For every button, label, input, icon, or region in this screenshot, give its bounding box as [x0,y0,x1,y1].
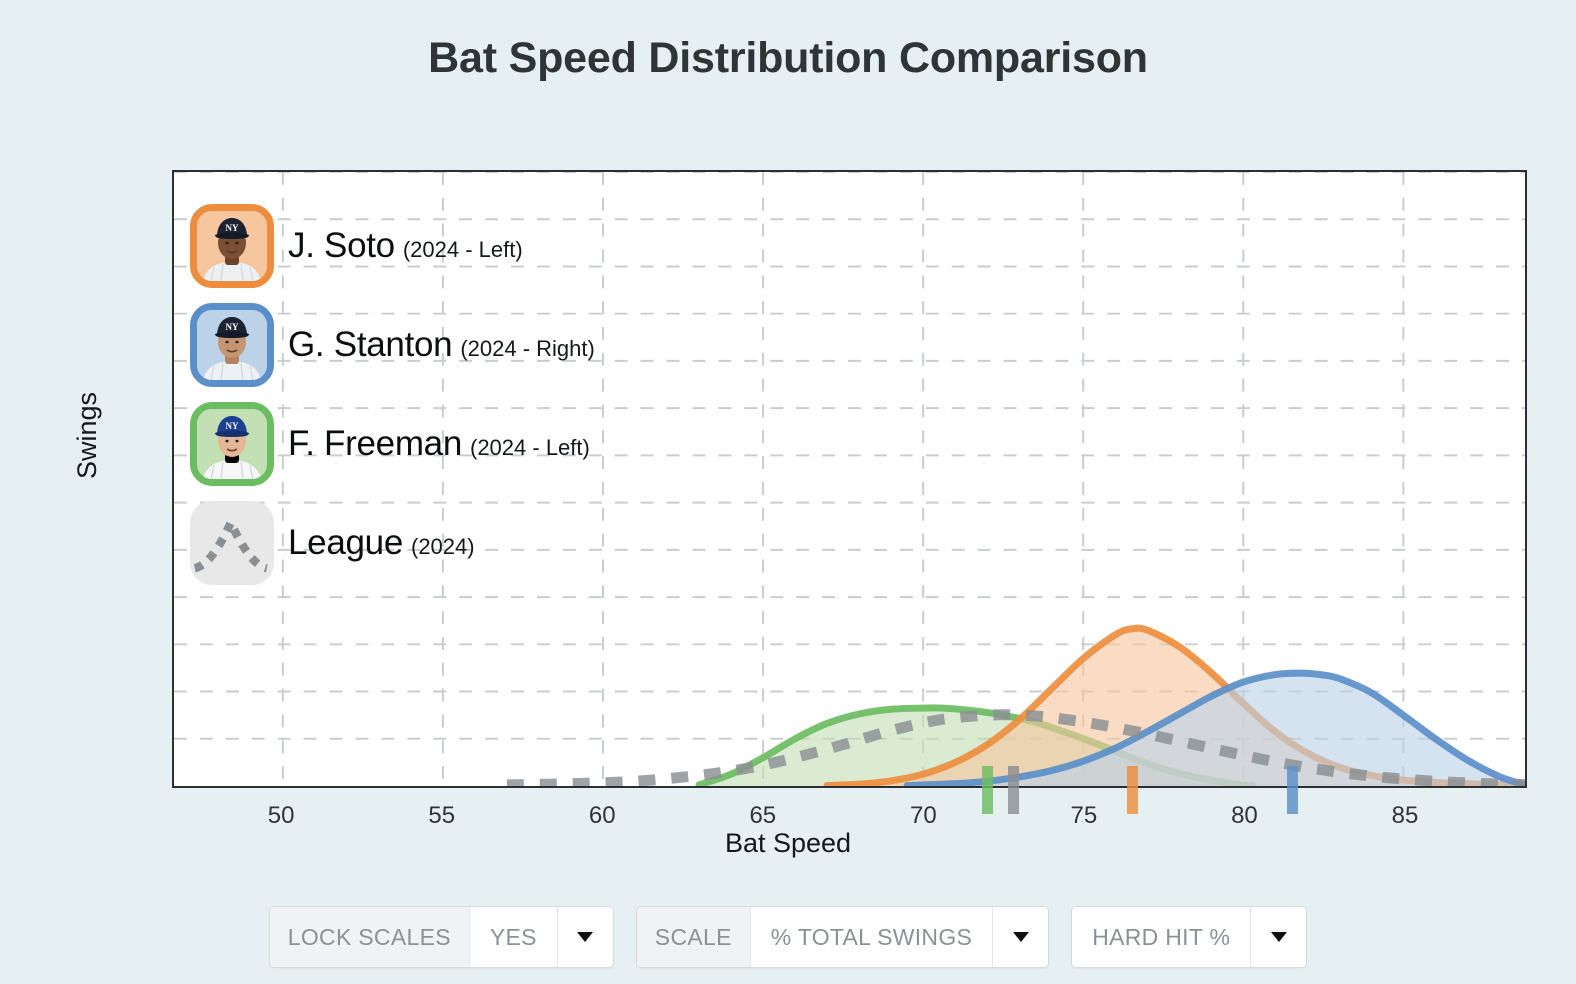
player-headshot-icon: NY [190,401,274,486]
chevron-down-icon[interactable] [1250,907,1307,967]
legend-item[interactable]: League (2024) [190,493,830,592]
control-selected-value[interactable]: HARD HIT % [1072,907,1251,967]
legend-item[interactable]: NY G. Stanton (2024 - Right) [190,295,830,394]
player-headshot-icon: NY [190,203,274,288]
legend-label-group: J. Soto (2024 - Left) [288,226,523,266]
legend-label-group: F. Freeman (2024 - Left) [288,424,590,464]
legend-player-meta: (2024 - Left) [470,434,590,460]
controls-bar: LOCK SCALES YES SCALE% TOTAL SWINGS HARD HI… [0,906,1576,968]
legend-item[interactable]: NY J. Soto (2024 - Left) [190,196,830,295]
svg-text:NY: NY [226,223,239,233]
league-curve-icon [190,500,274,585]
svg-text:NY: NY [226,322,239,332]
legend-player-name: League [288,522,403,562]
x-axis-tick: 55 [428,802,456,829]
control-group-3[interactable]: HARD HIT % [1071,906,1308,968]
player-headshot-icon: NY [190,302,274,387]
legend-label-group: League (2024) [288,523,475,563]
control-selected-value[interactable]: YES [469,907,557,967]
legend-player-name: F. Freeman [288,423,462,463]
x-axis-label: Bat Speed [724,828,852,858]
mean-marker [1126,766,1138,814]
x-axis-tick: 60 [588,802,616,829]
control-group-1[interactable]: LOCK SCALES YES [268,906,614,968]
legend-label-group: G. Stanton (2024 - Right) [288,325,595,365]
legend-player-meta: (2024 - Right) [460,335,595,361]
chevron-down-icon[interactable] [556,907,613,967]
x-axis-tick: 50 [267,802,295,829]
bat-speed-chart-page: Bat Speed Distribution Comparison Swings… [0,0,1576,984]
page-title: Bat Speed Distribution Comparison [428,34,1148,82]
x-axis-tick: 70 [909,802,937,829]
legend-player-name: G. Stanton [288,324,453,364]
legend-item[interactable]: NY F. Freeman (2024 - Left) [190,394,830,493]
control-label: SCALE [636,907,751,967]
control-group-2[interactable]: SCALE% TOTAL SWINGS [635,906,1050,968]
x-axis-tick: 80 [1231,802,1258,829]
chart-legend: NY J. Soto (2024 - Left) NY G. Stanton (… [190,196,830,592]
mean-marker [1287,766,1299,814]
mean-marker [982,766,994,814]
control-label: LOCK SCALES [269,907,470,967]
chevron-down-icon[interactable] [992,907,1049,967]
mean-marker [1007,766,1019,814]
svg-text:NY: NY [226,421,239,431]
y-axis-label: Swings [72,391,102,479]
legend-player-meta: (2024 - Left) [402,236,523,262]
legend-player-name: J. Soto [288,225,395,265]
x-axis-tick: 85 [1391,802,1419,829]
x-axis-tick: 75 [1070,802,1098,829]
legend-player-meta: (2024) [411,533,475,559]
x-axis-tick: 65 [749,802,777,829]
control-selected-value[interactable]: % TOTAL SWINGS [750,907,993,967]
